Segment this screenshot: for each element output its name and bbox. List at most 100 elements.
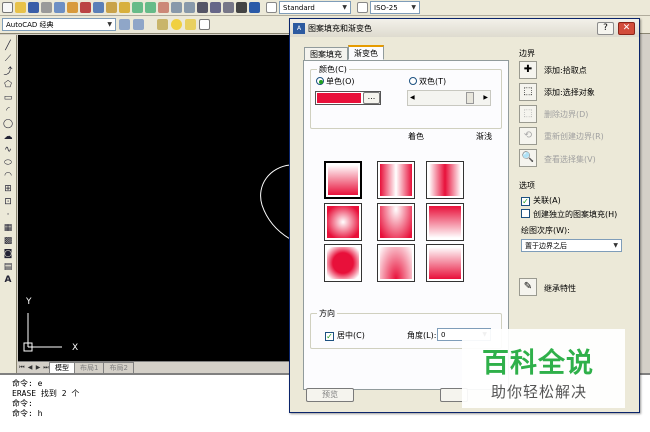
dim-style-select[interactable]: ISO-25 ▼ [370,1,420,14]
calculator-icon[interactable] [236,2,247,13]
inherit-properties-label[interactable]: 继承特性 [544,283,576,294]
ellipse-arc-icon[interactable]: ◠ [3,171,13,181]
print-icon[interactable] [41,2,52,13]
workspace-settings-icon[interactable] [119,19,130,30]
layer-manager-icon[interactable] [157,19,168,30]
dialog-tabs: 图案填充 渐变色 [304,45,384,60]
region-icon[interactable]: ◙ [3,249,13,259]
checkbox-indicator: ✓ [325,332,334,341]
help-button[interactable]: ? [597,22,614,35]
separate-hatch-checkbox[interactable]: 创建独立的图案填充(H) [521,209,617,220]
prev-tab-icon[interactable]: ◀ [26,363,34,373]
insert-block-icon[interactable]: ⊞ [3,184,13,194]
spline-icon[interactable]: ∿ [3,145,13,155]
gradient-inv-hemispherical[interactable] [377,244,415,282]
help-icon[interactable] [249,2,260,13]
multiline-text-icon[interactable]: A [3,275,13,285]
workspace-select[interactable]: AutoCAD 经典 ▼ [2,18,116,31]
shade-slider[interactable]: ◀ ▶ [407,90,491,106]
gradient-icon[interactable]: ▩ [3,236,13,246]
gradient-linear-selected[interactable] [324,161,362,199]
polyline-icon[interactable]: ⤴ [3,67,13,77]
gradient-inv-curved[interactable] [426,244,464,282]
dim-style-icon [357,2,368,13]
zoom-icon[interactable] [171,2,182,13]
color-swatch-fill [317,93,361,103]
associative-label: 关联(A) [533,196,561,205]
undo-icon[interactable] [132,2,143,13]
construction-line-icon[interactable]: ⟋ [3,54,13,64]
inherit-properties-icon[interactable]: ✎ [519,278,537,296]
tab-layout1[interactable]: 布局1 [74,362,105,373]
layer-state-icon[interactable] [171,19,182,30]
tab-gradient[interactable]: 渐变色 [348,45,384,60]
properties-icon[interactable] [197,2,208,13]
color-browse-button[interactable]: ... [363,92,380,104]
gradient-hemispherical[interactable] [377,203,415,241]
tab-model[interactable]: 模型 [49,362,75,373]
pick-points-label[interactable]: 添加:拾取点 [544,65,587,76]
gradient-cylinder[interactable] [377,161,415,199]
next-tab-icon[interactable]: ▶ [34,363,42,373]
select-objects-label[interactable]: 添加:选择对象 [544,87,595,98]
angle-value: 0 [441,330,446,339]
pick-points-icon[interactable]: ✚ [519,61,537,79]
two-color-radio[interactable]: 双色(T) [409,76,446,87]
drawn-shape [260,164,290,240]
gradient-inv-cylinder[interactable] [426,161,464,199]
text-style-select[interactable]: Standard ▼ [279,1,351,14]
paste-icon[interactable] [106,2,117,13]
pan-icon[interactable] [158,2,169,13]
first-tab-icon[interactable]: ⏮ [18,363,26,373]
tab-layout2[interactable]: 布局2 [103,362,134,373]
workspace-save-icon[interactable] [133,19,144,30]
polygon-icon[interactable]: ⬠ [3,80,13,90]
single-color-radio[interactable]: 单色(O) [316,76,355,87]
slider-right-arrow-icon[interactable]: ▶ [483,94,488,101]
slider-thumb[interactable] [466,92,474,104]
new-file-icon[interactable] [2,2,13,13]
slider-left-arrow-icon[interactable]: ◀ [410,94,415,101]
drawing-canvas[interactable]: Y X [18,35,290,361]
standard-toolbar: Standard ▼ ISO-25 ▼ [0,0,650,16]
color-group: 颜色(C) 单色(O) 双色(T) ... ◀ ▶ [310,64,502,129]
tab-hatch[interactable]: 图案填充 [304,47,348,60]
layer-color-icon[interactable] [199,19,210,30]
color-swatch[interactable]: ... [315,91,381,105]
rectangle-icon[interactable]: ▭ [3,93,13,103]
dialog-titlebar: A 图案填充和渐变色 [290,19,639,37]
preview-button[interactable]: 预览 [306,388,354,402]
gradient-spherical[interactable] [324,203,362,241]
recreate-boundary-icon: ⟲ [519,127,537,145]
table-icon[interactable]: ▤ [3,262,13,272]
preview-icon[interactable] [54,2,65,13]
arc-icon[interactable]: ◜ [3,106,13,116]
watermark-title: 百科全说 [482,348,594,379]
associative-checkbox[interactable]: ✓ 关联(A) [521,195,561,206]
select-objects-icon[interactable]: ⬚ [519,83,537,101]
line-icon[interactable]: ╱ [3,41,13,51]
design-center-icon[interactable] [210,2,221,13]
make-block-icon[interactable]: ⊡ [3,197,13,207]
layer-freeze-icon[interactable] [185,19,196,30]
close-button[interactable]: ✕ [618,22,635,35]
open-file-icon[interactable] [15,2,26,13]
revision-cloud-icon[interactable]: ☁ [3,132,13,142]
draw-order-select[interactable]: 置于边界之后 ▼ [521,239,622,252]
circle-icon[interactable]: ◯ [3,119,13,129]
match-properties-icon[interactable] [119,2,130,13]
tool-palettes-icon[interactable] [223,2,234,13]
publish-icon[interactable] [67,2,78,13]
save-icon[interactable] [28,2,39,13]
centered-checkbox[interactable]: ✓ 居中(C) [325,330,365,341]
ellipse-icon[interactable]: ⬭ [3,158,13,168]
copy-icon[interactable] [93,2,104,13]
hatch-icon[interactable]: ▦ [3,223,13,233]
zoom-window-icon[interactable] [184,2,195,13]
redo-icon[interactable] [145,2,156,13]
gradient-curved[interactable] [426,203,464,241]
point-icon[interactable]: · [3,210,13,220]
dialog-title: 图案填充和渐变色 [308,23,372,33]
cut-icon[interactable] [80,2,91,13]
gradient-inv-spherical[interactable] [324,244,362,282]
